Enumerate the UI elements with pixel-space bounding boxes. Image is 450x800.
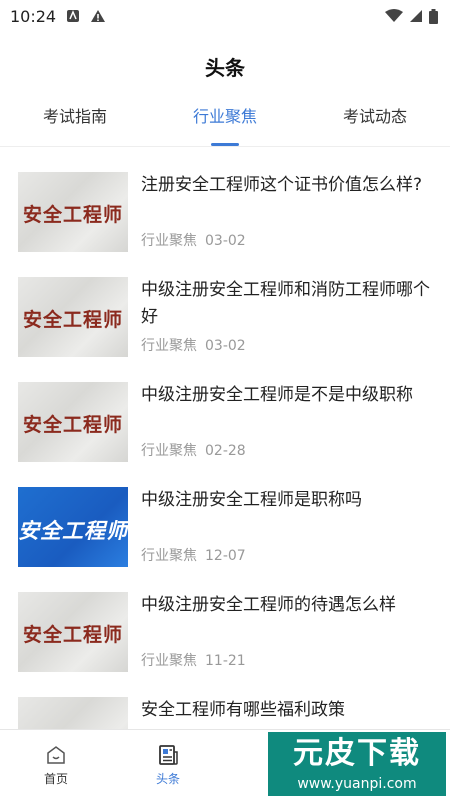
tab-exam-guide[interactable]: 考试指南	[0, 100, 150, 146]
home-icon	[47, 745, 65, 764]
article-item[interactable]: 安全工程师 注册安全工程师这个证书价值怎么样? 行业聚焦 03-02	[0, 160, 450, 265]
watermark-main-text: 元皮下载	[293, 736, 421, 771]
article-date: 02-28	[205, 443, 246, 459]
article-category: 行业聚焦	[141, 443, 197, 459]
article-meta: 行业聚焦 11-21	[141, 650, 246, 670]
nav-label-news: 头条	[155, 771, 180, 786]
warning-icon	[91, 10, 106, 22]
thumbnail-caption: 安全工程师	[18, 519, 128, 543]
thumbnail-caption: 安全工程师	[22, 624, 123, 646]
article-meta: 行业聚焦 12-07	[141, 545, 246, 565]
article-thumbnail: 安全工程师	[18, 592, 128, 672]
article-item[interactable]: 安全工程师 中级注册安全工程师和消防工程师哪个好 行业聚焦 03-02	[0, 265, 450, 370]
article-meta: 行业聚焦 03-02	[141, 335, 246, 355]
article-category: 行业聚焦	[141, 338, 197, 354]
article-meta: 行业聚焦 03-02	[141, 230, 246, 250]
article-title: 中级注册安全工程师和消防工程师哪个好	[141, 280, 430, 327]
article-title: 中级注册安全工程师的待遇怎么样	[141, 595, 396, 615]
article-item[interactable]: 安全工程师 中级注册安全工程师是职称吗 行业聚焦 12-07	[0, 475, 450, 580]
app-notification-icon	[67, 10, 80, 22]
article-thumbnail: 安全工程师	[18, 172, 128, 252]
cellular-signal-icon	[410, 10, 422, 22]
watermark-logo: 元皮下载 www.yuanpi.com	[268, 732, 446, 796]
nav-label-home: 首页	[43, 771, 68, 786]
watermark-url: www.yuanpi.com	[297, 776, 417, 792]
page-title: 头条	[205, 56, 245, 80]
article-category: 行业聚焦	[141, 233, 197, 249]
article-meta: 行业聚焦 02-28	[141, 440, 246, 460]
tab-exam-news[interactable]: 考试动态	[300, 100, 450, 146]
article-thumbnail: 安全工程师	[18, 382, 128, 462]
article-thumbnail: 安全工程师	[18, 487, 128, 567]
article-date: 11-21	[205, 653, 246, 669]
nav-item-news[interactable]: 头条	[112, 730, 224, 800]
article-category: 行业聚焦	[141, 548, 197, 564]
tab-industry-focus[interactable]: 行业聚焦	[150, 100, 300, 146]
article-title: 中级注册安全工程师是不是中级职称	[141, 385, 413, 405]
tab-bar: 考试指南 行业聚焦 考试动态	[0, 100, 450, 147]
article-thumbnail: 安全工程师	[18, 277, 128, 357]
thumbnail-caption: 安全工程师	[22, 309, 123, 331]
news-icon	[159, 744, 178, 765]
battery-icon	[429, 8, 438, 24]
article-date: 03-02	[205, 233, 246, 249]
article-item[interactable]: 安全工程师 中级注册安全工程师的待遇怎么样 行业聚焦 11-21	[0, 580, 450, 685]
article-date: 12-07	[205, 548, 246, 564]
article-date: 03-02	[205, 338, 246, 354]
status-bar: 10:24	[0, 0, 450, 32]
wifi-icon	[385, 9, 403, 22]
thumbnail-caption: 安全工程师	[22, 414, 123, 436]
article-list: 安全工程师 注册安全工程师这个证书价值怎么样? 行业聚焦 03-02 安全工程师 …	[0, 160, 450, 790]
article-title: 安全工程师有哪些福利政策	[141, 700, 345, 720]
status-time: 10:24	[10, 6, 57, 26]
article-title: 中级注册安全工程师是职称吗	[141, 490, 362, 510]
article-title: 注册安全工程师这个证书价值怎么样?	[141, 175, 423, 195]
article-item[interactable]: 安全工程师 中级注册安全工程师是不是中级职称 行业聚焦 02-28	[0, 370, 450, 475]
thumbnail-caption: 安全工程师	[22, 204, 123, 226]
article-category: 行业聚焦	[141, 653, 197, 669]
nav-item-home[interactable]: 首页	[0, 730, 112, 800]
